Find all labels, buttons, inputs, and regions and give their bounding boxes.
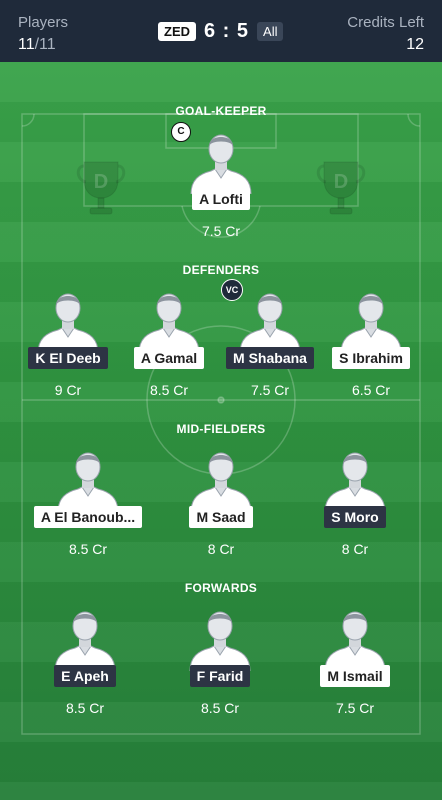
team-preview-screen: Players 11/11 ZED 6 : 5 All Credits Left… bbox=[0, 0, 442, 800]
credits-label: Credits Left bbox=[347, 14, 424, 31]
player-credits: 6.5 Cr bbox=[351, 382, 391, 398]
player-card-fwd3[interactable]: M Ismail 7.5 Cr bbox=[295, 607, 415, 716]
player-name: M Shabana bbox=[226, 347, 314, 369]
filter-all-button[interactable]: All bbox=[257, 22, 284, 41]
player-silhouette-icon bbox=[36, 289, 100, 354]
player-silhouette-icon bbox=[323, 607, 387, 672]
header-bar: Players 11/11 ZED 6 : 5 All Credits Left… bbox=[0, 0, 442, 62]
trophy-icon: D bbox=[76, 161, 126, 215]
player-card-mid1[interactable]: A El Banoub... 8.5 Cr bbox=[28, 448, 148, 557]
player-silhouette-icon bbox=[189, 130, 253, 195]
player-card-fwd1[interactable]: E Apeh 8.5 Cr bbox=[25, 607, 145, 716]
section-midfielders: MID-FIELDERS bbox=[176, 422, 266, 436]
player-name: K El Deeb bbox=[28, 347, 108, 369]
player-silhouette-icon bbox=[56, 448, 120, 513]
player-name: F Farid bbox=[189, 665, 251, 687]
football-pitch: D D GOAL-KEEPER DEFENDERS MID-FIELDERS F… bbox=[0, 62, 442, 800]
players-label: Players bbox=[18, 14, 69, 31]
player-name: S Ibrahim bbox=[332, 347, 410, 369]
player-silhouette-icon bbox=[188, 607, 252, 672]
player-name: A Gamal bbox=[133, 347, 205, 369]
player-silhouette-icon bbox=[238, 289, 302, 354]
section-defenders: DEFENDERS bbox=[182, 263, 260, 277]
player-card-mid2[interactable]: M Saad 8 Cr bbox=[161, 448, 281, 557]
players-count: Players 11/11 bbox=[18, 14, 68, 54]
player-card-def4[interactable]: S Ibrahim 6.5 Cr bbox=[311, 289, 431, 398]
score-text: 6 : 5 bbox=[204, 20, 250, 42]
players-total: /11 bbox=[34, 36, 56, 53]
match-score: ZED 6 : 5 All bbox=[158, 20, 284, 43]
player-credits: 8 Cr bbox=[207, 541, 235, 557]
player-name: M Saad bbox=[189, 506, 253, 528]
player-credits: 8.5 Cr bbox=[68, 541, 108, 557]
player-name: A Lofti bbox=[192, 188, 250, 210]
player-name: A El Banoub... bbox=[33, 506, 143, 528]
player-silhouette-icon bbox=[137, 289, 201, 354]
svg-text:D: D bbox=[94, 171, 108, 193]
team-badge: ZED bbox=[158, 22, 196, 41]
player-credits: 8 Cr bbox=[341, 541, 369, 557]
players-selected: 11 bbox=[18, 36, 35, 53]
section-goalkeeper: GOAL-KEEPER bbox=[175, 104, 267, 118]
player-silhouette-icon bbox=[53, 607, 117, 672]
player-name: S Moro bbox=[324, 506, 386, 528]
player-name: E Apeh bbox=[54, 665, 116, 687]
player-credits: 8.5 Cr bbox=[65, 700, 105, 716]
player-silhouette-icon bbox=[339, 289, 403, 354]
player-card-gk1[interactable]: A Lofti 7.5 Cr bbox=[161, 130, 281, 239]
credits-value: 12 bbox=[406, 36, 424, 53]
player-card-mid3[interactable]: S Moro 8 Cr bbox=[295, 448, 415, 557]
player-silhouette-icon bbox=[323, 448, 387, 513]
player-card-fwd2[interactable]: F Farid 8.5 Cr bbox=[160, 607, 280, 716]
svg-text:D: D bbox=[334, 171, 348, 193]
player-silhouette-icon bbox=[189, 448, 253, 513]
player-credits: 7.5 Cr bbox=[335, 700, 375, 716]
section-forwards: FORWARDS bbox=[184, 581, 258, 595]
trophy-icon: D bbox=[316, 161, 366, 215]
player-credits: 8.5 Cr bbox=[200, 700, 240, 716]
player-credits: 7.5 Cr bbox=[201, 223, 241, 239]
credits-left: Credits Left 12 bbox=[347, 14, 424, 54]
player-name: M Ismail bbox=[320, 665, 390, 687]
